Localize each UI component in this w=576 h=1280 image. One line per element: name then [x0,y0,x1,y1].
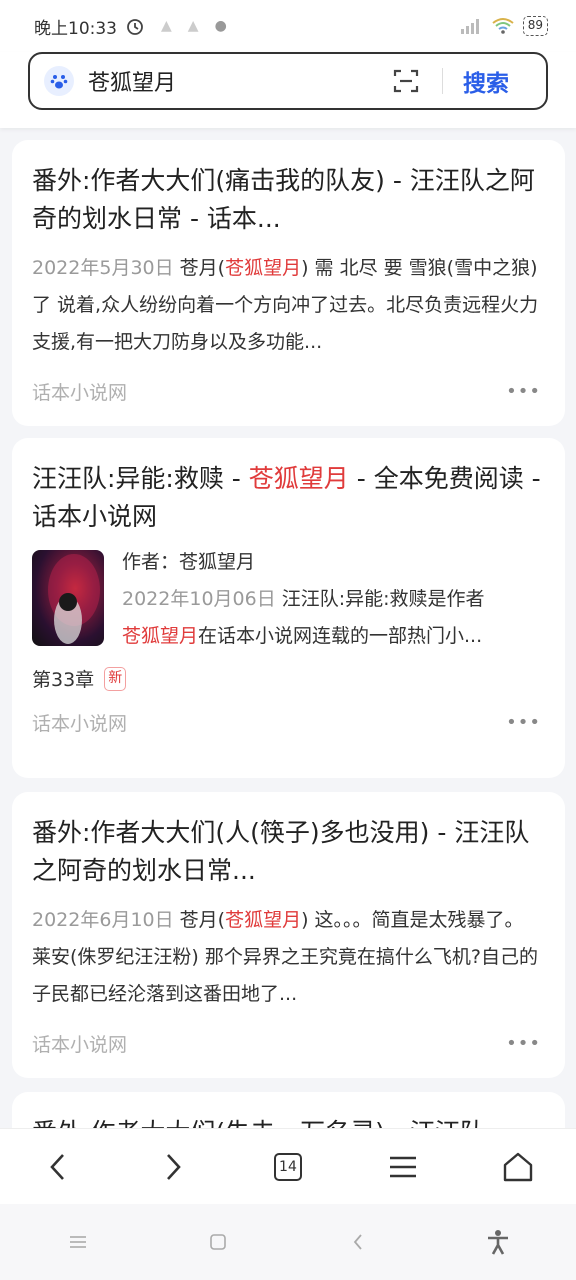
snippet-text: 苍月( [173,257,226,279]
result-card[interactable]: 番外:作者大大们(失去一万名灵) - 汪汪队 [12,1092,565,1128]
accessibility-icon [488,1230,508,1255]
result-snippet: 作者：苍狐望月 2022年10月06日 汪汪队:异能:救赎是作者 苍狐望月在话本… [122,544,485,655]
title-highlight: 苍狐望月 [248,464,349,493]
menu-icon [390,1156,417,1177]
browser-toolbar: 14 [0,1128,576,1204]
result-media-row: 作者：苍狐望月 2022年10月06日 汪汪队:异能:救赎是作者 苍狐望月在话本… [32,550,545,655]
system-home-button[interactable] [193,1217,243,1267]
system-back-button[interactable] [333,1217,383,1267]
recents-icon [70,1236,86,1248]
signal-icon [460,19,479,34]
result-date: 2022年5月30日 [32,257,174,279]
paw-icon [44,66,74,96]
search-input[interactable]: 苍狐望月 [88,65,378,97]
alarm-icon [127,19,143,35]
forward-icon [166,1153,181,1180]
forward-button[interactable] [143,1137,203,1197]
chapter-label: 第33章 [32,669,95,691]
accessibility-button[interactable] [473,1217,523,1267]
more-options-icon[interactable]: ••• [506,1033,545,1054]
result-title[interactable]: 汪汪队:异能:救赎 - 苍狐望月 - 全本免费阅读 - 话本小说网 [32,460,545,536]
status-time: 晚上10:33 [34,18,117,39]
search-button[interactable]: 搜索 [463,64,509,98]
notification-dot-icon: ● [214,18,227,34]
system-nav-bar [0,1204,576,1280]
result-title[interactable]: 番外:作者大大们(失去一万名灵) - 汪汪队 [32,1114,545,1128]
result-author: 作者：苍狐望月 [122,551,256,573]
snippet-text: 苍月( [173,909,226,931]
result-title[interactable]: 番外:作者大大们(人(筷子)多也没用) - 汪汪队之阿奇的划水日常... [32,814,545,890]
result-source[interactable]: 话本小说网 [32,1030,127,1057]
result-date: 2022年6月10日 [32,909,174,931]
recent-apps-button[interactable] [53,1217,103,1267]
latest-chapter[interactable]: 第33章 新 [32,665,545,692]
snippet-text: 在话本小说网连载的一部热门小... [198,625,483,647]
result-source[interactable]: 话本小说网 [32,709,127,736]
result-snippet: 2022年5月30日 苍月(苍狐望月) 需 北尽 要 雪狼(雪中之狼) 了 说着… [32,250,545,361]
snippet-highlight: 苍狐望月 [225,257,302,279]
divider [442,68,443,94]
notification-dot-icon: ▲ [161,18,172,34]
notification-dot-icon: ▲ [187,18,199,34]
search-header: 苍狐望月 搜索 [0,52,576,128]
result-footer: 话本小说网 ••• [32,1023,545,1063]
search-box[interactable]: 苍狐望月 搜索 [28,52,548,110]
scan-icon[interactable] [392,67,420,95]
new-badge: 新 [104,666,127,691]
result-card[interactable]: 番外:作者大大们(人(筷子)多也没用) - 汪汪队之阿奇的划水日常... 202… [12,792,565,1078]
home-button[interactable] [488,1137,548,1197]
result-card[interactable]: 番外:作者大大们(痛击我的队友) - 汪汪队之阿奇的划水日常 - 话本... 2… [12,140,565,426]
tabs-button[interactable]: 14 [258,1137,318,1197]
results-list: 番外:作者大大们(痛击我的队友) - 汪汪队之阿奇的划水日常 - 话本... 2… [0,128,576,1128]
result-footer: 话本小说网 ••• [32,702,545,742]
snippet-highlight: 苍狐望月 [225,909,302,931]
chevron-left-icon [353,1234,362,1250]
more-options-icon[interactable]: ••• [506,381,545,402]
status-bar: 晚上10:33 ▲ ▲ ● 89 [0,0,576,52]
back-icon [49,1153,64,1180]
book-cover-image[interactable] [32,550,104,646]
result-card[interactable]: 汪汪队:异能:救赎 - 苍狐望月 - 全本免费阅读 - 话本小说网 作者：苍狐望… [12,438,565,778]
snippet-highlight: 苍狐望月 [122,625,199,647]
battery-indicator: 89 [522,16,548,36]
wifi-icon [492,18,514,34]
menu-button[interactable] [373,1137,433,1197]
result-footer: 话本小说网 ••• [32,371,545,411]
snippet-text: 汪汪队:异能:救赎是作者 [275,588,485,610]
result-title[interactable]: 番外:作者大大们(痛击我的队友) - 汪汪队之阿奇的划水日常 - 话本... [32,162,545,238]
result-date: 2022年10月06日 [122,588,276,610]
result-snippet: 2022年6月10日 苍月(苍狐望月) 这。。。简直是太残暴了。 莱安(侏罗纪汪… [32,902,545,1013]
square-icon [210,1234,226,1250]
result-source[interactable]: 话本小说网 [32,378,127,405]
title-text: 汪汪队:异能:救赎 - [32,464,249,493]
back-button[interactable] [28,1137,88,1197]
tab-count: 14 [273,1152,302,1181]
more-options-icon[interactable]: ••• [506,712,545,733]
home-icon [504,1152,533,1181]
